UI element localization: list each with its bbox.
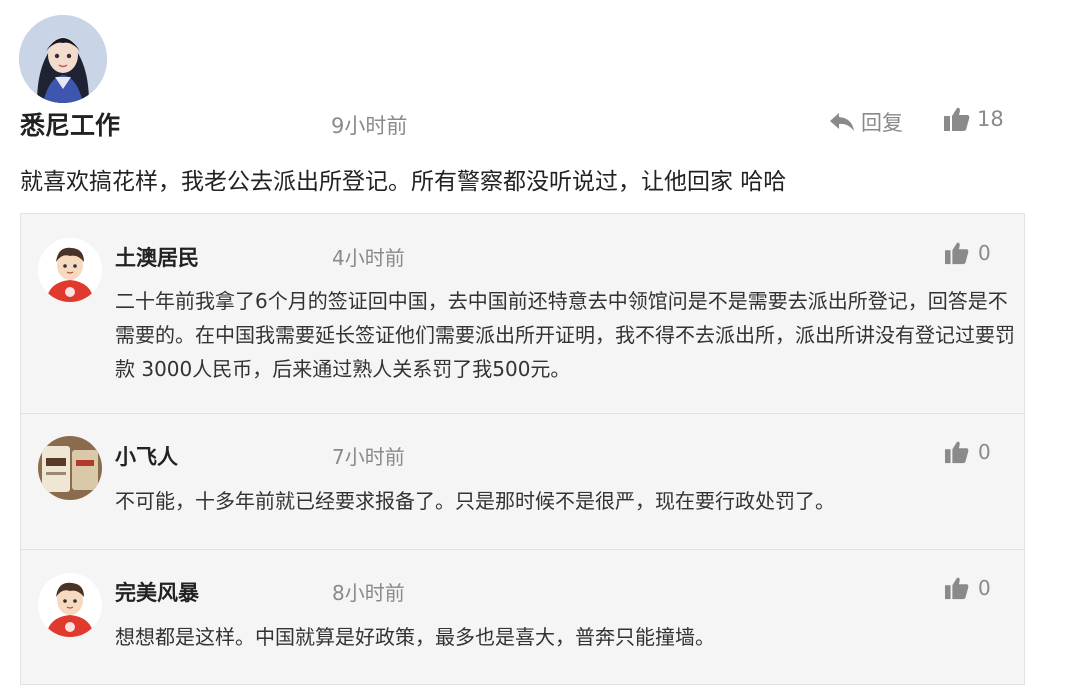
cartoon-boy-avatar-image: [38, 573, 102, 637]
post-like-button[interactable]: 18: [943, 106, 1004, 132]
post-author-name[interactable]: 悉尼工作: [20, 106, 120, 142]
reply-author-avatar[interactable]: [38, 573, 102, 637]
reply-like-count: 0: [978, 241, 991, 265]
reply-author-name[interactable]: 完美风暴: [115, 577, 199, 607]
reply-item: 小飞人 7小时前 0 不可能，十多年前就已经要求报备了。只是那时候不是很严，现在…: [21, 414, 1024, 550]
reply-author-avatar[interactable]: [38, 436, 102, 500]
reply-arrow-icon: [830, 113, 854, 131]
thumbs-up-icon: [945, 441, 969, 464]
reply-like-button[interactable]: 0: [944, 241, 991, 265]
reply-item: 完美风暴 8小时前 0 想想都是这样。中国就算是好政策，最多也是喜大，普奔只能撞…: [21, 550, 1024, 684]
reply-author-avatar[interactable]: [38, 238, 102, 302]
reply-like-count: 0: [978, 440, 991, 464]
reply-timestamp: 8小时前: [332, 581, 405, 605]
post-content: 就喜欢搞花样，我老公去派出所登记。所有警察都没听说过，让他回家 哈哈: [20, 169, 787, 195]
product-photo-avatar-image: [38, 436, 102, 500]
reply-content: 不可能，十多年前就已经要求报备了。只是那时候不是很严，现在要行政处罚了。: [115, 489, 835, 513]
thumbs-up-icon: [945, 577, 969, 600]
cartoon-boy-avatar-image: [38, 238, 102, 302]
reply-content: 想想都是这样。中国就算是好政策，最多也是喜大，普奔只能撞墙。: [115, 625, 715, 649]
reply-item: 土澳居民 4小时前 0 二十年前我拿了6个月的签证回中国，去中国前还特意去中领馆…: [21, 214, 1024, 414]
reply-button[interactable]: 回复: [829, 107, 903, 137]
reply-content: 二十年前我拿了6个月的签证回中国，去中国前还特意去中领馆问是不是需要去派出所登记…: [115, 289, 1015, 381]
thumbs-up-icon: [945, 242, 969, 265]
post-like-count: 18: [977, 107, 1004, 131]
reply-button-label: 回复: [861, 111, 903, 135]
reply-like-button[interactable]: 0: [944, 576, 991, 600]
reply-timestamp: 7小时前: [332, 445, 405, 469]
reply-like-count: 0: [978, 576, 991, 600]
reply-author-name[interactable]: 小飞人: [115, 441, 178, 471]
post-author-avatar[interactable]: [19, 15, 107, 103]
reply-like-button[interactable]: 0: [944, 440, 991, 464]
reply-author-name[interactable]: 土澳居民: [115, 242, 199, 272]
anime-girl-avatar-image: [19, 15, 107, 103]
reply-timestamp: 4小时前: [332, 246, 405, 270]
thumbs-up-icon: [944, 107, 970, 131]
post-timestamp: 9小时前: [331, 114, 408, 138]
replies-container: 土澳居民 4小时前 0 二十年前我拿了6个月的签证回中国，去中国前还特意去中领馆…: [20, 213, 1025, 685]
